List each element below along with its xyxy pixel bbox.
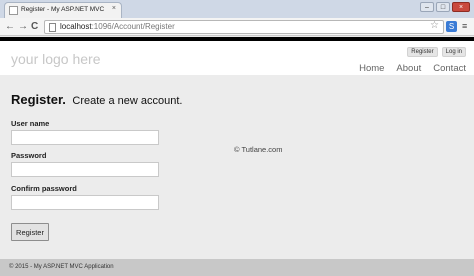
maximize-button[interactable]: □ [436,2,450,12]
confirm-password-input[interactable] [11,195,159,210]
site-header: your logo here Register Log in Home Abou… [0,41,474,75]
browser-menu-icon[interactable]: ≡ [462,21,467,31]
menu-item-about[interactable]: About [396,63,421,74]
browser-tab-bar: Register - My ASP.NET MVC × – □ × [0,0,474,18]
username-label: User name [11,119,50,128]
page-icon [49,23,56,32]
footer-copyright: © 2015 - My ASP.NET MVC Application [9,264,114,270]
site-logo[interactable]: your logo here [11,51,101,67]
forward-arrow-icon[interactable]: → [18,21,28,33]
watermark-text: © Tutlane.com [234,145,283,154]
register-link[interactable]: Register [407,47,438,57]
address-bar[interactable]: localhost:1096/Account/Register [44,20,444,34]
url-text: localhost:1096/Account/Register [60,22,175,31]
login-links: Register Log in [407,47,466,57]
bookmark-star-icon[interactable]: ☆ [430,20,439,31]
page-title: Register. Create a new account. [11,91,182,109]
page-subtitle: Create a new account. [72,95,183,107]
menu-item-home[interactable]: Home [359,63,384,74]
main-menu: Home About Contact [359,63,466,74]
close-window-button[interactable]: × [452,2,470,12]
minimize-button[interactable]: – [420,2,434,12]
login-link[interactable]: Log in [441,47,466,57]
page-title-bold: Register. [11,92,66,107]
window-controls: – □ × [420,2,470,12]
browser-toolbar: ← → C localhost:1096/Account/Register ☆ … [0,18,474,36]
reload-icon[interactable]: C [31,21,38,33]
back-arrow-icon[interactable]: ← [5,21,15,33]
tab-close-icon[interactable]: × [112,5,116,12]
page-favicon-icon [9,6,18,15]
username-input[interactable] [11,130,159,145]
confirm-password-label: Confirm password [11,184,77,193]
password-label: Password [11,151,47,160]
main-content: Register. Create a new account. User nam… [0,75,474,259]
tab-title: Register - My ASP.NET MVC [21,6,105,13]
password-input[interactable] [11,162,159,177]
menu-item-contact[interactable]: Contact [433,63,466,74]
register-button[interactable]: Register [11,223,49,241]
site-footer: © 2015 - My ASP.NET MVC Application [0,259,474,276]
web-page: your logo here Register Log in Home Abou… [0,37,474,276]
extension-icon[interactable]: S [446,21,457,32]
browser-tab[interactable]: Register - My ASP.NET MVC × [4,2,122,18]
